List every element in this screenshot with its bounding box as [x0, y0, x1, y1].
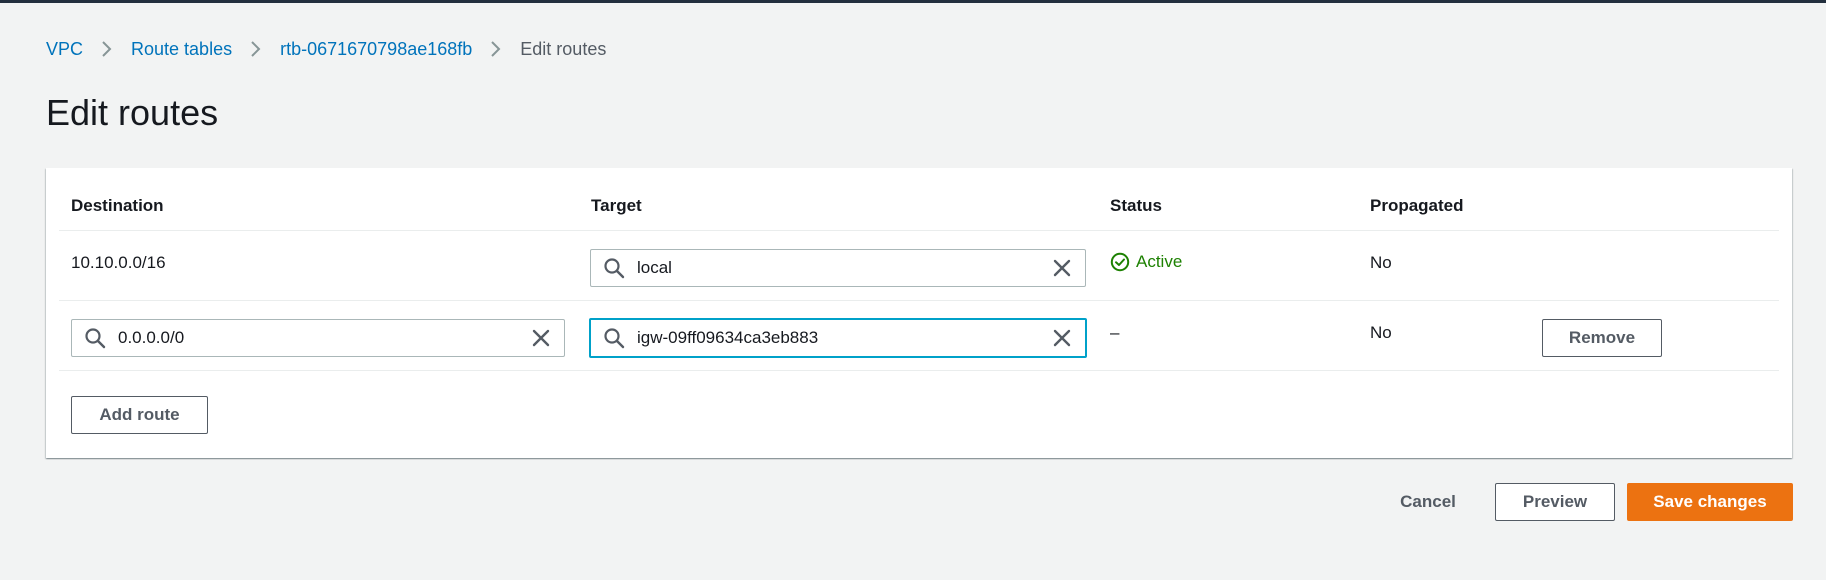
row-divider [59, 230, 1779, 231]
propagated-text: No [1370, 253, 1392, 272]
status-badge: Active [1110, 252, 1182, 272]
chevron-right-icon [242, 39, 270, 59]
page-title: Edit routes [46, 92, 219, 133]
remove-button[interactable]: Remove [1542, 319, 1662, 357]
status-text: – [1110, 323, 1120, 342]
chevron-right-icon [93, 39, 121, 59]
status-positive-icon [1110, 252, 1130, 272]
propagated-text: No [1370, 323, 1392, 342]
row-divider [59, 300, 1779, 301]
save-changes-button[interactable]: Save changes [1627, 483, 1793, 521]
breadcrumb-route-table-id[interactable]: rtb-0671670798ae168fb [280, 39, 472, 60]
breadcrumb-route-tables[interactable]: Route tables [131, 39, 232, 60]
close-icon[interactable] [530, 327, 552, 349]
column-header-propagated: Propagated [1370, 196, 1464, 215]
close-icon[interactable] [1051, 327, 1073, 349]
column-header-target: Target [591, 196, 642, 215]
target-value: igw-09ff09634ca3eb883 [637, 328, 819, 347]
column-header-destination: Destination [71, 196, 164, 215]
target-value: local [637, 258, 672, 277]
breadcrumb-current: Edit routes [520, 38, 607, 59]
close-icon[interactable] [1051, 257, 1073, 279]
column-header-status: Status [1110, 196, 1162, 215]
search-icon [85, 328, 106, 349]
destination-input[interactable]: 0.0.0.0/0 [71, 319, 565, 357]
row-divider [59, 370, 1779, 371]
search-icon [604, 258, 625, 279]
routes-panel: Destination Target Status Propagated 10.… [46, 168, 1792, 458]
destination-text: 10.10.0.0/16 [71, 253, 166, 272]
status-text: Active [1136, 252, 1183, 271]
breadcrumb-vpc[interactable]: VPC [46, 39, 83, 60]
preview-button[interactable]: Preview [1495, 483, 1615, 521]
target-input[interactable]: local [590, 249, 1086, 287]
target-input[interactable]: igw-09ff09634ca3eb883 [589, 318, 1087, 358]
cancel-button[interactable]: Cancel [1384, 483, 1472, 521]
search-icon [604, 328, 625, 349]
destination-value: 0.0.0.0/0 [118, 328, 185, 347]
chevron-right-icon [482, 39, 510, 59]
add-route-button[interactable]: Add route [71, 396, 208, 434]
top-navigation-bar [0, 0, 1826, 3]
breadcrumb: VPC Route tables rtb-0671670798ae168fb E… [46, 37, 606, 61]
